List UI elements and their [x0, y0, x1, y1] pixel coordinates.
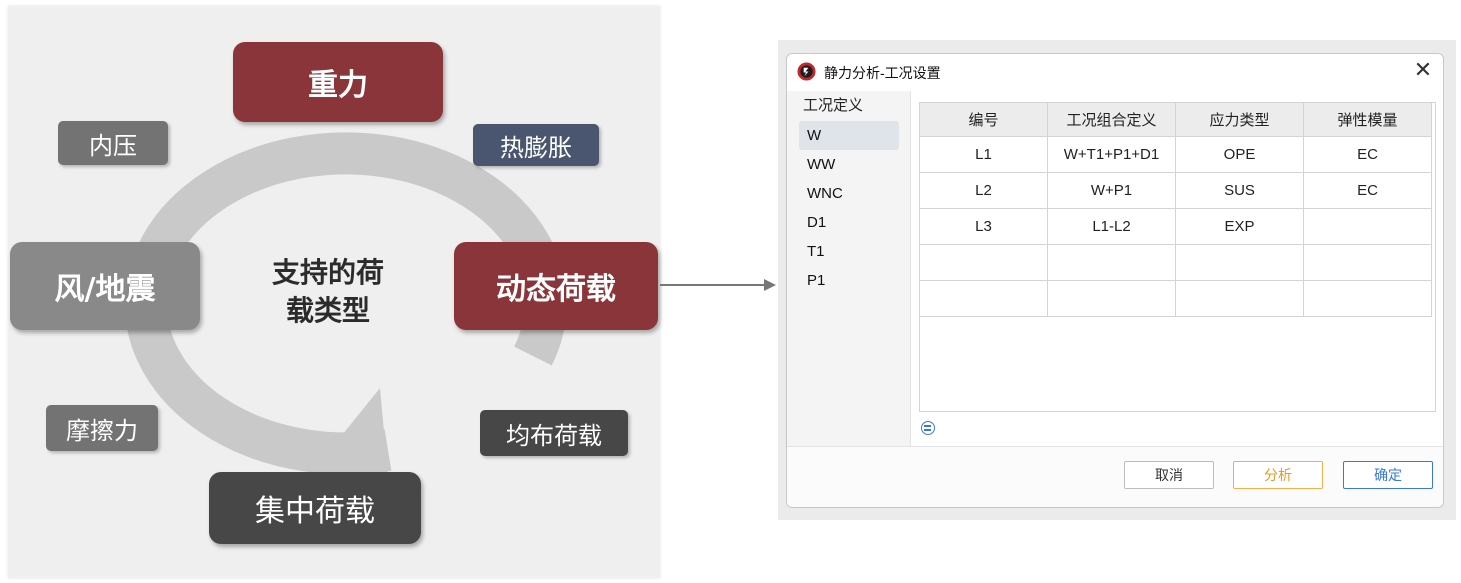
load-case-dialog: 静力分析-工况设置 ✕ 工况定义 W WW WNC D1 T1 P1 编号 工况… [786, 53, 1444, 508]
table-row[interactable] [919, 280, 1432, 317]
cell-id[interactable]: L2 [919, 172, 1048, 209]
cell-modulus[interactable]: EC [1303, 136, 1432, 173]
cell-id[interactable] [919, 244, 1048, 281]
dialog-titlebar: 静力分析-工况设置 ✕ [787, 54, 1443, 90]
load-combination-panel: 编号 工况组合定义 应力类型 弹性模量 L1 W+T1+P1+D1 OPE EC [910, 91, 1443, 446]
case-item-d1[interactable]: D1 [799, 208, 899, 237]
node-internal-pressure: 内压 [58, 121, 168, 165]
node-distributed-load: 均布荷载 [480, 410, 628, 456]
cell-id[interactable]: L1 [919, 136, 1048, 173]
cell-modulus[interactable] [1303, 208, 1432, 245]
cell-combination[interactable] [1047, 280, 1176, 317]
table-row[interactable]: L3 L1-L2 EXP [919, 208, 1432, 245]
cell-modulus[interactable] [1303, 280, 1432, 317]
center-label-line2: 载类型 [285, 294, 370, 327]
cell-combination[interactable] [1047, 244, 1176, 281]
center-label-line1: 支持的荷 [271, 256, 384, 289]
table-row[interactable]: L2 W+P1 SUS EC [919, 172, 1432, 209]
col-header-combination: 工况组合定义 [1047, 102, 1176, 137]
case-list: W WW WNC D1 T1 P1 [799, 121, 899, 295]
close-button[interactable]: ✕ [1411, 59, 1435, 83]
node-concentrated-load: 集中荷载 [209, 472, 421, 544]
cell-id[interactable] [919, 280, 1048, 317]
case-definition-sidebar: 工况定义 W WW WNC D1 T1 P1 [795, 91, 903, 446]
cell-stress-type[interactable] [1175, 244, 1304, 281]
dialog-title: 静力分析-工况设置 [824, 65, 941, 81]
center-label: 支持的荷 载类型 [258, 254, 398, 330]
table-header-row: 编号 工况组合定义 应力类型 弹性模量 [919, 102, 1432, 137]
cell-stress-type[interactable] [1175, 280, 1304, 317]
connector-arrow [660, 279, 776, 291]
cell-id[interactable]: L3 [919, 208, 1048, 245]
cancel-button[interactable]: 取消 [1124, 461, 1214, 489]
cell-stress-type[interactable]: EXP [1175, 208, 1304, 245]
cell-combination[interactable]: W+P1 [1047, 172, 1176, 209]
node-friction: 摩擦力 [46, 405, 158, 451]
load-types-diagram: 重力 内压 热膨胀 风/地震 支持的荷 载类型 动态荷载 摩擦力 均布荷载 集中… [8, 6, 660, 578]
cell-stress-type[interactable]: SUS [1175, 172, 1304, 209]
dialog-screenshot-frame: 静力分析-工况设置 ✕ 工况定义 W WW WNC D1 T1 P1 编号 工况… [778, 40, 1456, 520]
load-combination-table: 编号 工况组合定义 应力类型 弹性模量 L1 W+T1+P1+D1 OPE EC [919, 102, 1432, 317]
cell-modulus[interactable]: EC [1303, 172, 1432, 209]
cell-combination[interactable]: W+T1+P1+D1 [1047, 136, 1176, 173]
analyze-button[interactable]: 分析 [1233, 461, 1323, 489]
ok-button[interactable]: 确定 [1343, 461, 1433, 489]
node-gravity: 重力 [233, 42, 443, 122]
case-item-p1[interactable]: P1 [799, 266, 899, 295]
case-item-ww[interactable]: WW [799, 150, 899, 179]
case-item-t1[interactable]: T1 [799, 237, 899, 266]
dialog-footer: 取消 分析 确定 [787, 446, 1443, 507]
cell-modulus[interactable] [1303, 244, 1432, 281]
sidebar-header: 工况定义 [803, 97, 864, 114]
node-dynamic-load: 动态荷载 [454, 242, 658, 330]
app-logo-icon [797, 62, 816, 81]
node-thermal-expansion: 热膨胀 [473, 124, 599, 166]
cell-stress-type[interactable]: OPE [1175, 136, 1304, 173]
table-row[interactable] [919, 244, 1432, 281]
col-header-modulus: 弹性模量 [1303, 102, 1432, 137]
col-header-stress-type: 应力类型 [1175, 102, 1304, 137]
col-header-id: 编号 [919, 102, 1048, 137]
case-item-wnc[interactable]: WNC [799, 179, 899, 208]
dialog-body: 工况定义 W WW WNC D1 T1 P1 编号 工况组合定义 应力类型 弹性… [787, 91, 1443, 446]
case-item-w[interactable]: W [799, 121, 899, 150]
cell-combination[interactable]: L1-L2 [1047, 208, 1176, 245]
table-row[interactable]: L1 W+T1+P1+D1 OPE EC [919, 136, 1432, 173]
add-row-icon[interactable] [921, 421, 935, 435]
node-wind-seismic: 风/地震 [10, 242, 200, 330]
